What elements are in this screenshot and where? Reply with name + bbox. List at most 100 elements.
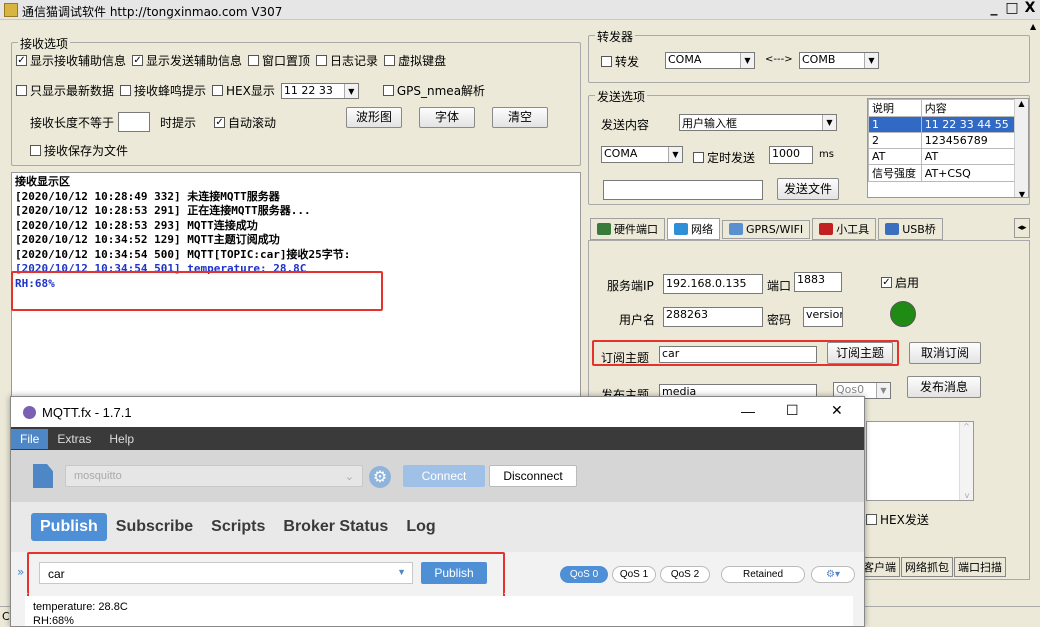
port-a-select[interactable]: COMA ▼ [665,52,755,69]
tab-broker-status[interactable]: Broker Status [274,513,397,541]
scrollbar[interactable]: ▲ ▼ [1014,99,1028,197]
forwarder-group: 转发器 转发 COMA ▼ <---> COMB ▼ [588,28,1030,83]
ms-label: ms [819,149,834,160]
autoscroll-label: 自动滚动 [228,115,277,130]
timer-input[interactable]: 1000 [769,146,813,164]
save-file-checkbox[interactable]: 接收保存为文件 [30,142,128,159]
window-scroll-up[interactable]: ▲ [1030,22,1040,31]
recv-option2-0[interactable]: 只显示最新数据 [16,82,114,99]
bottom-tab[interactable]: 网络抓包 [901,557,953,577]
table-row[interactable]: 2 123456789 [868,132,1017,149]
timer-label: 定时发送 [707,151,756,165]
table-row[interactable]: 信号强度 AT+CSQ [868,164,1017,182]
hex-send-label: HEX发送 [880,513,929,527]
port-label: 端口 [767,279,792,293]
password-input[interactable]: version [803,307,843,327]
tab-subscribe[interactable]: Subscribe [107,513,202,541]
receive-line: [2020/10/12 10:34:54 500] MQTT[TOPIC:car… [15,248,577,263]
recv-option-3[interactable]: 日志记录 [316,52,378,69]
highlight-publish [27,552,505,594]
mqttfx-close-button[interactable]: ✕ [831,402,843,419]
prompt-label: 时提示 [160,115,197,130]
settings-gear-icon[interactable]: ⚙▾ [811,566,855,583]
mqttfx-minimize-button[interactable]: — [741,403,755,419]
tab-usb-bridge[interactable]: USB桥 [878,218,943,240]
recv-option-3-box [316,55,328,66]
recv-option-1-box: ✓ [132,55,144,66]
forward-checkbox[interactable]: 转发 [601,53,639,70]
menu-help[interactable]: Help [100,429,143,449]
gear-icon[interactable]: ⚙ [369,466,391,488]
retained-toggle[interactable]: Retained [721,566,805,583]
menu-file[interactable]: File [11,428,49,449]
length-input[interactable] [118,112,151,132]
tab-gprs-wifi[interactable]: GPRS/WIFI [722,219,811,239]
gps-label: GPS_nmea解析 [396,84,486,98]
scrollbar[interactable]: ^ v [959,422,973,500]
unsubscribe-button[interactable]: 取消订阅 [909,342,981,364]
mqttfx-menubar: File Extras Help [11,427,864,450]
message-text[interactable]: temperature: 28.8C RH:68% [25,596,853,626]
disconnect-button[interactable]: Disconnect [489,465,577,487]
expand-icon[interactable]: » [17,565,24,579]
forward-label: 转发 [615,55,640,69]
maximize-button[interactable]: □ [1004,0,1020,18]
profile-select[interactable]: mosquitto ⌄ [65,465,363,487]
file-path-input[interactable] [603,180,763,200]
recv-option2-2-box [212,85,224,96]
tab-scroll-button[interactable]: ◂▸ [1014,218,1030,238]
hex-select[interactable]: 11 22 33 ▼ [280,82,359,99]
tab-hardware-port[interactable]: 硬件端口 [590,218,665,240]
recv-option2-2-label: HEX显示 [226,84,275,98]
user-input[interactable]: 288263 [663,307,763,327]
mqttfx-maximize-button[interactable]: ☐ [786,402,799,419]
qos2-toggle[interactable]: QoS 2 [660,566,710,583]
qos1-toggle[interactable]: QoS 1 [612,566,656,583]
connect-button[interactable]: Connect [403,465,485,487]
port-input[interactable]: 1883 [794,272,842,292]
publish-message-input[interactable]: ^ v [866,421,974,501]
qos0-toggle[interactable]: QoS 0 [560,566,608,583]
wave-button[interactable]: 波形图 [346,107,402,128]
enable-checkbox[interactable]: ✓ 启用 [881,274,919,291]
recv-option-3-label: 日志记录 [330,54,379,68]
tab-publish[interactable]: Publish [31,513,107,541]
quick-commands-table[interactable]: 说明 内容 1 11 22 33 44 55 2 123456789 AT AT 信号强度 AT+… [867,98,1029,198]
close-button[interactable]: X [1022,0,1038,18]
tab-log[interactable]: Log [397,513,444,541]
table-row[interactable]: AT AT [868,148,1017,165]
autoscroll-checkbox[interactable]: ✓ 自动滚动 [214,114,276,131]
recv-option-0[interactable]: ✓ 显示接收辅助信息 [16,52,126,69]
publish-message-button[interactable]: 发布消息 [907,376,981,398]
recv-option-4[interactable]: 虚拟键盘 [384,52,446,69]
tab-tools[interactable]: 小工具 [812,218,877,240]
bottom-tab[interactable]: 端口扫描 [954,557,1006,577]
recv-option2-1[interactable]: 接收蜂鸣提示 [120,82,206,99]
file-icon[interactable] [33,464,53,488]
user-label: 用户名 [619,313,656,327]
send-port-select[interactable]: COMA ▼ [601,146,683,163]
send-content-select[interactable]: 用户输入框 ▼ [679,114,837,131]
clear-button[interactable]: 清空 [492,107,548,128]
recv-option-1[interactable]: ✓ 显示发送辅助信息 [132,52,242,69]
recv-options-row2: 只显示最新数据 接收蜂鸣提示 HEX显示 [16,82,275,99]
hex-send-checkbox[interactable]: HEX发送 [866,511,929,528]
tab-network[interactable]: 网络 [667,218,720,240]
timer-checkbox[interactable]: 定时发送 [693,149,755,166]
server-ip-input[interactable]: 192.168.0.135 [663,274,763,294]
table-row[interactable]: 1 11 22 33 44 55 [868,116,1017,133]
recv-option-0-label: 显示接收辅助信息 [30,54,127,68]
gps-checkbox[interactable]: GPS_nmea解析 [382,82,486,99]
menu-extras[interactable]: Extras [48,429,100,449]
minimize-button[interactable]: _ [986,0,1002,18]
window-title: 通信猫调试软件 http://tongxinmao.com V307 [22,5,283,19]
tab-scripts[interactable]: Scripts [202,513,274,541]
message-area[interactable]: temperature: 28.8C RH:68% [11,594,864,626]
recv-option2-2[interactable]: HEX显示 [212,82,275,99]
length-label: 接收长度不等于 [30,115,115,130]
bottom-tab[interactable]: 客户端 [859,557,900,577]
send-file-button[interactable]: 发送文件 [777,178,839,200]
font-button[interactable]: 字体 [419,107,475,128]
recv-option-2[interactable]: 窗口置顶 [248,52,310,69]
port-b-select[interactable]: COMB ▼ [799,52,879,69]
